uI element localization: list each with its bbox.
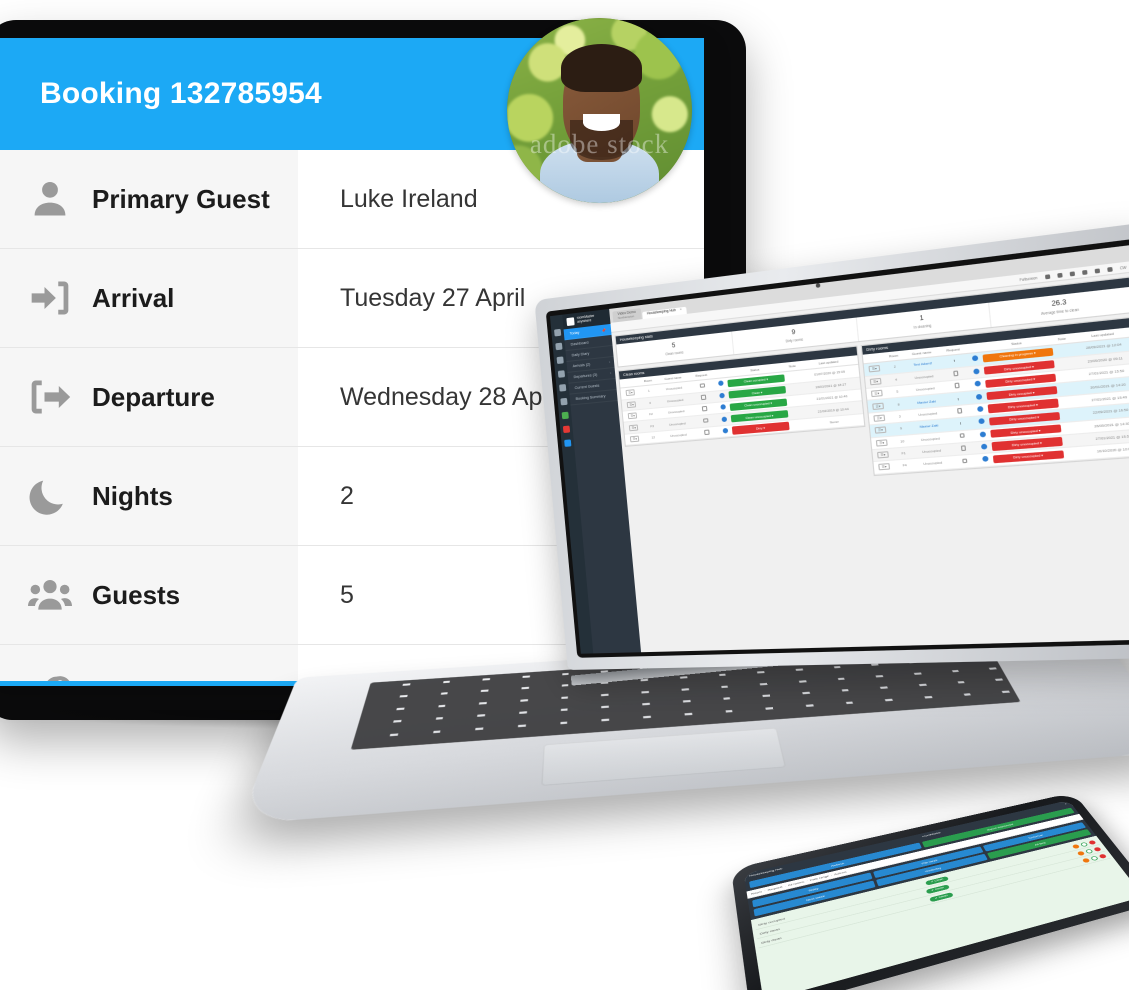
phone-body: Housekeeping Hub roomMaster × Refresh Ex… <box>730 792 1129 990</box>
action-orange-icon[interactable] <box>1081 857 1091 863</box>
sidebar-item-label: Daily Diary <box>571 351 590 358</box>
avatar-watermark: adobe stock <box>529 129 670 159</box>
sidebar-item-label: Departures (3) <box>573 372 598 380</box>
row-action-icon[interactable] <box>977 453 993 467</box>
laptop-device: roomMaster anywhere Today 📌 Dashboard Da… <box>238 222 1129 855</box>
guest-avatar: adobe stock <box>507 18 692 203</box>
action-check-icon[interactable] <box>1084 848 1094 854</box>
row-action-icon[interactable] <box>976 440 992 455</box>
status-green-icon[interactable] <box>561 411 569 420</box>
group-icon <box>26 571 74 619</box>
brand-logo-icon <box>566 316 575 326</box>
booking-row-label: Guests <box>92 579 181 610</box>
row-action-icon[interactable] <box>972 402 988 417</box>
avatar-hair <box>560 43 643 92</box>
gear-icon[interactable] <box>560 397 568 406</box>
row-action-icon[interactable] <box>974 427 990 442</box>
action-orange-icon[interactable] <box>1071 843 1080 849</box>
action-orange-icon[interactable] <box>1076 850 1086 856</box>
lock-icon[interactable] <box>559 384 567 392</box>
row-action-icon[interactable] <box>973 415 989 429</box>
row-room: F4 <box>894 458 916 473</box>
booking-row-label-cell: Arrival <box>0 249 298 347</box>
bell-icon[interactable] <box>555 342 563 351</box>
sidebar-item-label: Dashboard <box>570 340 589 347</box>
action-check-icon[interactable] <box>1089 855 1099 861</box>
row-room: 12 <box>643 430 663 444</box>
booking-row-label-cell: Primary Guest <box>0 150 298 248</box>
booking-row-label: Departure <box>92 381 215 412</box>
row-select-cell[interactable]: ☰▾ <box>624 432 645 446</box>
sidebar-item-label: Today <box>569 330 580 336</box>
row-guest-name: Unoccupied <box>913 456 952 472</box>
status-blue-icon[interactable] <box>564 439 572 447</box>
bell-icon[interactable] <box>1094 267 1100 274</box>
chevron-right-icon: › <box>609 371 612 376</box>
dirty-rooms-panel: Dirty rooms Room Guest name Request Stat… <box>860 316 1129 476</box>
phone-device: Housekeeping Hub roomMaster × Refresh Ex… <box>730 780 1129 990</box>
row-action-icon[interactable] <box>718 424 732 438</box>
sign-out-icon <box>26 373 74 421</box>
bed-icon[interactable] <box>556 356 564 365</box>
action-check-icon[interactable] <box>1079 841 1089 847</box>
user-initials[interactable]: CW <box>1119 265 1126 270</box>
star-icon[interactable] <box>1081 269 1088 275</box>
grid-icon[interactable] <box>1044 273 1050 279</box>
laptop-lid: roomMaster anywhere Today 📌 Dashboard Da… <box>534 222 1129 670</box>
booking-row-label-cell: Rooms <box>0 645 298 681</box>
phone-row-label: Dirty clean <box>760 935 782 945</box>
close-icon[interactable]: × <box>680 307 682 312</box>
close-icon[interactable]: × <box>1064 802 1068 805</box>
booking-row-label-cell: Guests <box>0 546 298 644</box>
person-icon <box>26 175 74 223</box>
phone-label-room: Room <box>750 889 763 896</box>
app-main: Video Demo Northampton Housekeeping Hub … <box>609 245 1129 653</box>
row-guest-name: Unoccupied <box>661 427 696 443</box>
marketing-composite: Booking 132785954 Primary Guest Luke Ire… <box>0 0 1129 990</box>
calendar-icon[interactable] <box>554 328 562 337</box>
laptop-screen: roomMaster anywhere Today 📌 Dashboard Da… <box>545 238 1129 658</box>
booking-title: Booking 132785954 <box>40 77 322 110</box>
housekeeping-app: roomMaster anywhere Today 📌 Dashboard Da… <box>549 245 1129 654</box>
sign-in-icon <box>26 274 74 322</box>
action-red-icon[interactable] <box>1093 846 1102 852</box>
action-red-icon[interactable] <box>1087 839 1097 845</box>
app-content: Housekeeping stats 5 Clean rooms 9 Dirty… <box>611 273 1129 653</box>
phone-screen: Housekeeping Hub roomMaster × Refresh Ex… <box>743 800 1129 990</box>
laptop-trackpad[interactable] <box>541 728 787 787</box>
row-note <box>789 418 807 432</box>
booking-row-label: Arrival <box>92 282 175 313</box>
sidebar-item-label: Arrivals (2) <box>572 362 591 369</box>
sidebar-item-label: Current Guests <box>574 383 600 391</box>
booking-row-label: Primary Guest <box>92 183 270 214</box>
fullscreen-label[interactable]: Fullscreen <box>1019 275 1037 282</box>
status-red-icon[interactable] <box>562 425 571 434</box>
key-icon <box>26 671 74 681</box>
row-note <box>1064 446 1084 461</box>
booking-row-label: Nights <box>92 480 173 511</box>
dirty-rooms-column: Dirty rooms Room Guest name Request Stat… <box>860 316 1129 479</box>
list-icon[interactable] <box>1056 272 1063 278</box>
moon-icon <box>26 472 74 520</box>
brand-sub: anywhere <box>577 317 592 324</box>
search-icon[interactable] <box>1069 270 1075 276</box>
booking-row-label: Rooms <box>92 679 180 681</box>
chevron-right-icon: › <box>608 360 611 365</box>
booking-row-label-cell: Nights <box>0 447 298 545</box>
sidebar-item-label: Booking Summary <box>575 394 606 401</box>
row-request[interactable] <box>950 454 979 469</box>
booking-row-label-cell: Departure <box>0 348 298 446</box>
action-red-icon[interactable] <box>1098 853 1107 859</box>
row-select-cell[interactable]: ☰▾ <box>872 460 896 475</box>
row-request[interactable] <box>694 425 720 440</box>
help-icon[interactable] <box>1106 266 1113 272</box>
chart-icon[interactable] <box>557 370 566 378</box>
pin-icon[interactable]: 📌 <box>601 327 606 333</box>
